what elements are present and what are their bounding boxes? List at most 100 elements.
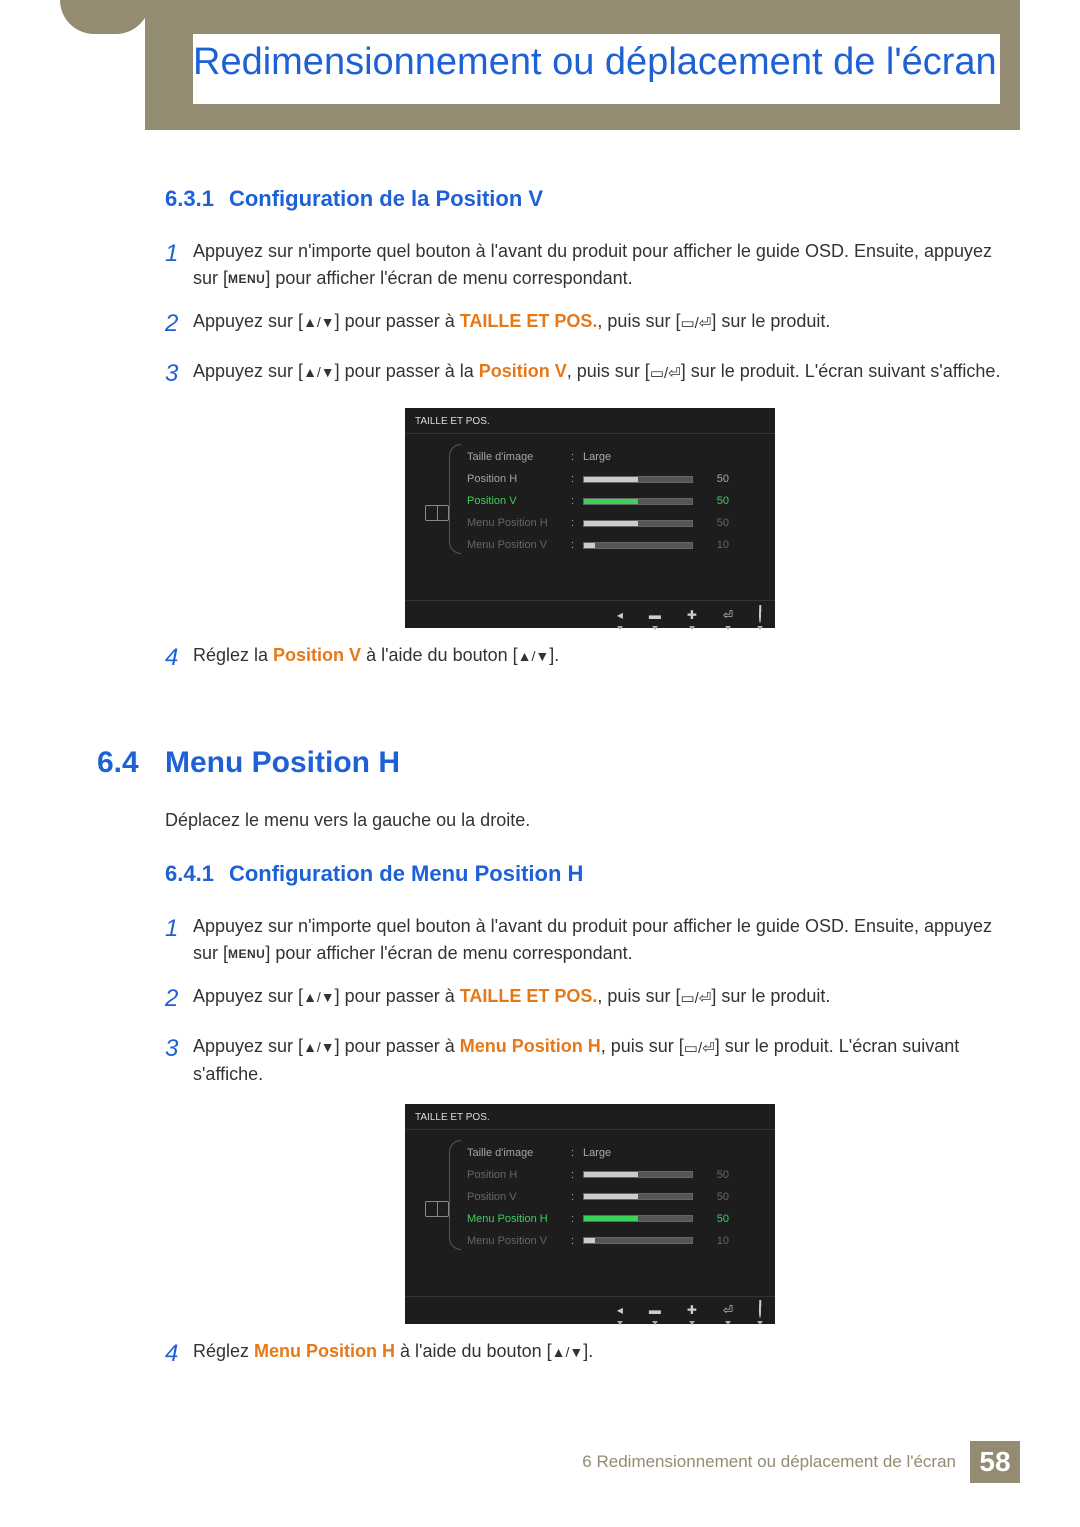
- up-down-icon: ▲/▼: [552, 1344, 584, 1360]
- enter-icon: ⏎: [723, 1303, 733, 1317]
- osd-row: Menu Position V:10: [459, 1230, 765, 1252]
- step-number: 3: [165, 1031, 193, 1088]
- osd-label: Position H: [459, 473, 571, 485]
- box-enter-icon: ▭/⏎: [684, 1040, 715, 1057]
- osd-value: 50: [583, 473, 765, 485]
- osd-row: Position H:50: [459, 1164, 765, 1186]
- osd-label: Position H: [459, 1169, 571, 1181]
- step-number: 3: [165, 356, 193, 392]
- section-64: 6.4 Menu Position H Déplacez le menu ver…: [165, 746, 1015, 1372]
- highlight: Position V: [273, 645, 361, 665]
- step-text: Réglez la Position V à l'aide du bouton …: [193, 642, 1015, 676]
- step-number: 4: [165, 640, 193, 676]
- osd-label: Position V: [459, 495, 571, 507]
- subsection-631-heading: 6.3.1 Configuration de la Position V: [165, 186, 1015, 212]
- step: 2 Appuyez sur [▲/▼] pour passer à TAILLE…: [165, 308, 1015, 342]
- osd-footer: ◂ ▬ ✚ ⏎: [405, 1296, 775, 1324]
- osd-row: Position V:50: [459, 490, 765, 512]
- osd-value: 50: [583, 495, 765, 507]
- osd-row: Position V:50: [459, 1186, 765, 1208]
- steps-631: 1 Appuyez sur n'importe quel bouton à l'…: [165, 238, 1015, 392]
- power-icon: [759, 608, 761, 622]
- osd-row: Taille d'image:Large: [459, 1142, 765, 1164]
- osd-row: Menu Position H:50: [459, 1208, 765, 1230]
- osd-row: Taille d'image:Large: [459, 446, 765, 468]
- osd-row: Menu Position V:10: [459, 534, 765, 556]
- section-title: Menu Position H: [165, 746, 400, 780]
- subsection-title: Configuration de Menu Position H: [229, 861, 583, 886]
- osd-value: 50: [583, 1191, 765, 1203]
- osd-label: Menu Position V: [459, 1235, 571, 1247]
- step: 4 Réglez la Position V à l'aide du bouto…: [165, 642, 1015, 676]
- osd-title: TAILLE ET POS.: [405, 408, 775, 434]
- up-down-icon: ▲/▼: [303, 1039, 335, 1055]
- osd-title: TAILLE ET POS.: [405, 1104, 775, 1130]
- up-down-icon: ▲/▼: [518, 648, 550, 664]
- step: 3 Appuyez sur [▲/▼] pour passer à la Pos…: [165, 358, 1015, 392]
- step-number: 2: [165, 306, 193, 342]
- back-icon: ◂: [617, 608, 623, 622]
- step-text: Réglez Menu Position H à l'aide du bouto…: [193, 1338, 1015, 1372]
- power-icon: [759, 1303, 761, 1317]
- step-text: Appuyez sur [▲/▼] pour passer à la Posit…: [193, 358, 1015, 392]
- minus-icon: ▬: [649, 1303, 661, 1317]
- osd-footer: ◂ ▬ ✚ ⏎: [405, 600, 775, 628]
- subsection-number: 6.4.1: [165, 861, 214, 886]
- osd-screenshot-2: TAILLE ET POS. Taille d'image:LargePosit…: [405, 1104, 775, 1324]
- osd-rows: Taille d'image:LargePosition H:50Positio…: [459, 1142, 765, 1252]
- highlight: TAILLE ET POS.: [460, 311, 598, 331]
- section-intro: Déplacez le menu vers la gauche ou la dr…: [165, 810, 1015, 831]
- highlight: TAILLE ET POS.: [460, 986, 598, 1006]
- section-heading: 6.4 Menu Position H: [97, 746, 1015, 780]
- osd-row: Position H:50: [459, 468, 765, 490]
- osd-value: Large: [583, 1147, 765, 1159]
- menu-key: MENU: [228, 947, 265, 961]
- osd-label: Taille d'image: [459, 1147, 571, 1159]
- step-number: 1: [165, 911, 193, 967]
- highlight: Position V: [479, 361, 567, 381]
- highlight: Menu Position H: [254, 1341, 395, 1361]
- header-tab: [60, 0, 150, 34]
- highlight: Menu Position H: [460, 1036, 601, 1056]
- step-number: 4: [165, 1336, 193, 1372]
- step: 1 Appuyez sur n'importe quel bouton à l'…: [165, 238, 1015, 292]
- size-pos-icon: [425, 505, 449, 521]
- osd-value: 10: [583, 539, 765, 551]
- step-text: Appuyez sur [▲/▼] pour passer à TAILLE E…: [193, 983, 1015, 1017]
- step: 4 Réglez Menu Position H à l'aide du bou…: [165, 1338, 1015, 1372]
- step: 1 Appuyez sur n'importe quel bouton à l'…: [165, 913, 1015, 967]
- bracket-decor: [449, 1140, 461, 1250]
- up-down-icon: ▲/▼: [303, 989, 335, 1005]
- step-text: Appuyez sur [▲/▼] pour passer à TAILLE E…: [193, 308, 1015, 342]
- plus-icon: ✚: [687, 1303, 697, 1317]
- subsection-641-heading: 6.4.1 Configuration de Menu Position H: [165, 861, 1015, 887]
- menu-key: MENU: [228, 272, 265, 286]
- subsection-number: 6.3.1: [165, 186, 214, 211]
- up-down-icon: ▲/▼: [303, 364, 335, 380]
- steps-641: 1 Appuyez sur n'importe quel bouton à l'…: [165, 913, 1015, 1088]
- step-number: 1: [165, 236, 193, 292]
- minus-icon: ▬: [649, 608, 661, 622]
- footer-text: 6 Redimensionnement ou déplacement de l'…: [582, 1452, 956, 1472]
- step-number: 2: [165, 981, 193, 1017]
- osd-row: Menu Position H:50: [459, 512, 765, 534]
- back-icon: ◂: [617, 1303, 623, 1317]
- step: 2 Appuyez sur [▲/▼] pour passer à TAILLE…: [165, 983, 1015, 1017]
- osd-label: Menu Position H: [459, 1213, 571, 1225]
- osd-value: 10: [583, 1235, 765, 1247]
- step: 3 Appuyez sur [▲/▼] pour passer à Menu P…: [165, 1033, 1015, 1088]
- plus-icon: ✚: [687, 608, 697, 622]
- osd-label: Position V: [459, 1191, 571, 1203]
- osd-label: Taille d'image: [459, 451, 571, 463]
- subsection-title: Configuration de la Position V: [229, 186, 543, 211]
- osd-screenshot-1: TAILLE ET POS. Taille d'image:LargePosit…: [405, 408, 775, 628]
- osd-rows: Taille d'image:LargePosition H:50Positio…: [459, 446, 765, 556]
- osd-value: 50: [583, 1169, 765, 1181]
- osd-label: Menu Position H: [459, 517, 571, 529]
- bracket-decor: [449, 444, 461, 554]
- section-number: 6.4: [97, 746, 165, 780]
- box-enter-icon: ▭/⏎: [680, 990, 711, 1007]
- osd-value: Large: [583, 451, 765, 463]
- box-enter-icon: ▭/⏎: [650, 365, 681, 382]
- size-pos-icon: [425, 1201, 449, 1217]
